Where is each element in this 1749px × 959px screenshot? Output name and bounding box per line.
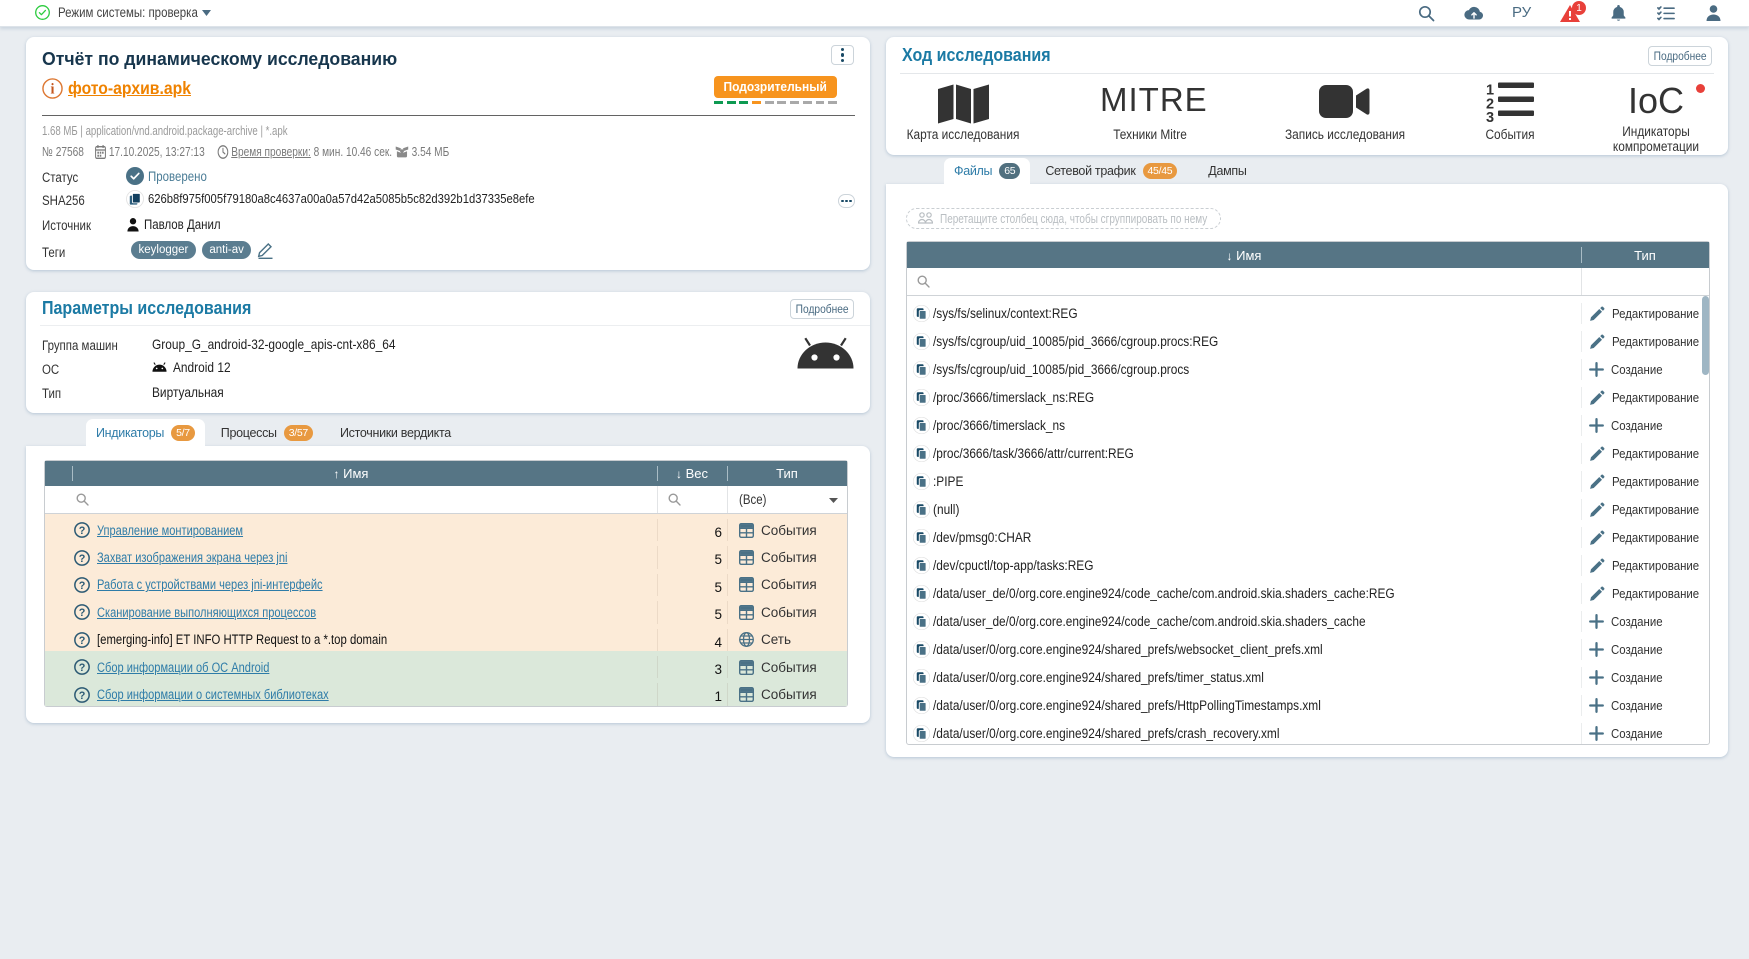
svg-text:?: ? bbox=[79, 635, 86, 647]
svg-text:?: ? bbox=[79, 580, 86, 592]
svg-text:?: ? bbox=[79, 525, 86, 537]
svg-text:?: ? bbox=[79, 607, 86, 619]
svg-text:3: 3 bbox=[1486, 110, 1494, 122]
svg-text:?: ? bbox=[79, 662, 86, 674]
svg-text:i: i bbox=[51, 81, 55, 97]
svg-text:?: ? bbox=[79, 553, 86, 565]
svg-text:?: ? bbox=[79, 689, 86, 701]
